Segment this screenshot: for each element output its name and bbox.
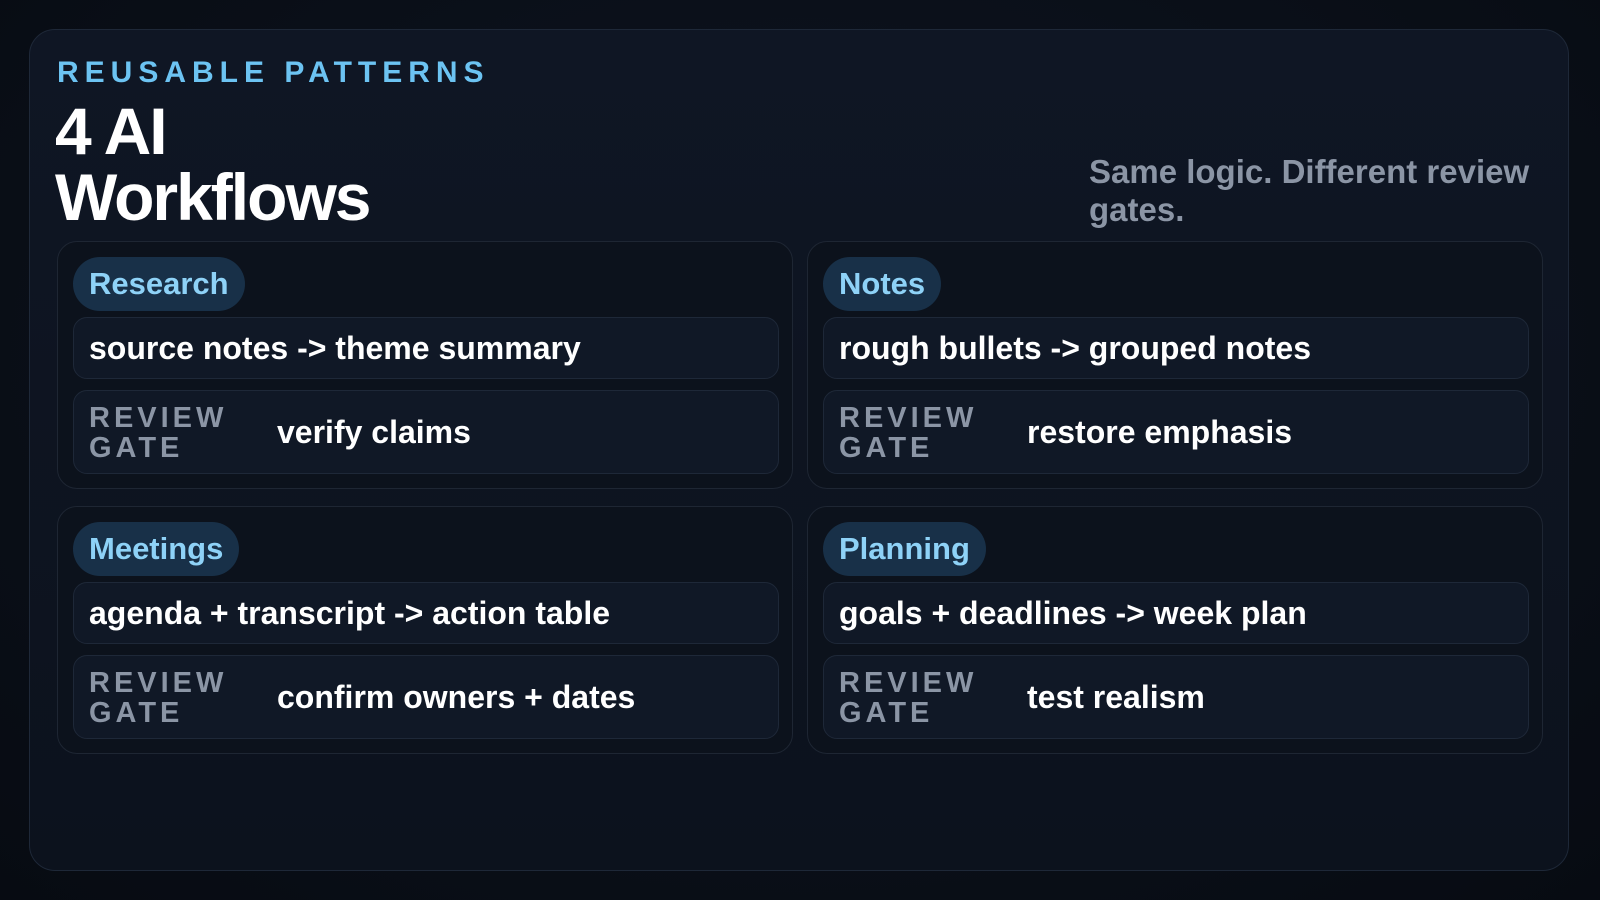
workflow-flow: rough bullets -> grouped notes (823, 317, 1529, 379)
workflow-tag: Notes (823, 257, 942, 311)
review-gate-row: REVIEW GATE confirm owners + dates (73, 655, 779, 739)
review-gate-label: REVIEW GATE (89, 402, 228, 464)
review-gate-row: REVIEW GATE test realism (823, 655, 1529, 739)
review-gate-value: confirm owners + dates (277, 679, 636, 715)
workflow-flow: goals + deadlines -> week plan (823, 582, 1529, 644)
review-gate-value: test realism (1027, 679, 1205, 715)
workflow-tag: Research (73, 257, 245, 311)
review-gate-value: verify claims (277, 414, 471, 450)
workflow-flow: agenda + transcript -> action table (73, 582, 779, 644)
eyebrow-label: REUSABLE PATTERNS (57, 56, 490, 89)
workflow-flow: source notes -> theme summary (73, 317, 779, 379)
review-gate-label: REVIEW GATE (89, 667, 228, 729)
workflow-tag: Meetings (73, 522, 240, 576)
workflow-card-research: Research source notes -> theme summary R… (57, 241, 793, 489)
review-gate-row: REVIEW GATE restore emphasis (823, 390, 1529, 474)
page-title: 4 AI Workflows (55, 94, 371, 234)
subtitle: Same logic. Different review gates. (1089, 153, 1530, 228)
workflow-card-notes: Notes rough bullets -> grouped notes REV… (807, 241, 1543, 489)
review-gate-label: REVIEW GATE (839, 667, 978, 729)
workflow-card-meetings: Meetings agenda + transcript -> action t… (57, 506, 793, 754)
workflow-card-planning: Planning goals + deadlines -> week plan … (807, 506, 1543, 754)
review-gate-label: REVIEW GATE (839, 402, 978, 464)
workflow-tag: Planning (823, 522, 986, 576)
review-gate-value: restore emphasis (1027, 414, 1293, 450)
review-gate-row: REVIEW GATE verify claims (73, 390, 779, 474)
